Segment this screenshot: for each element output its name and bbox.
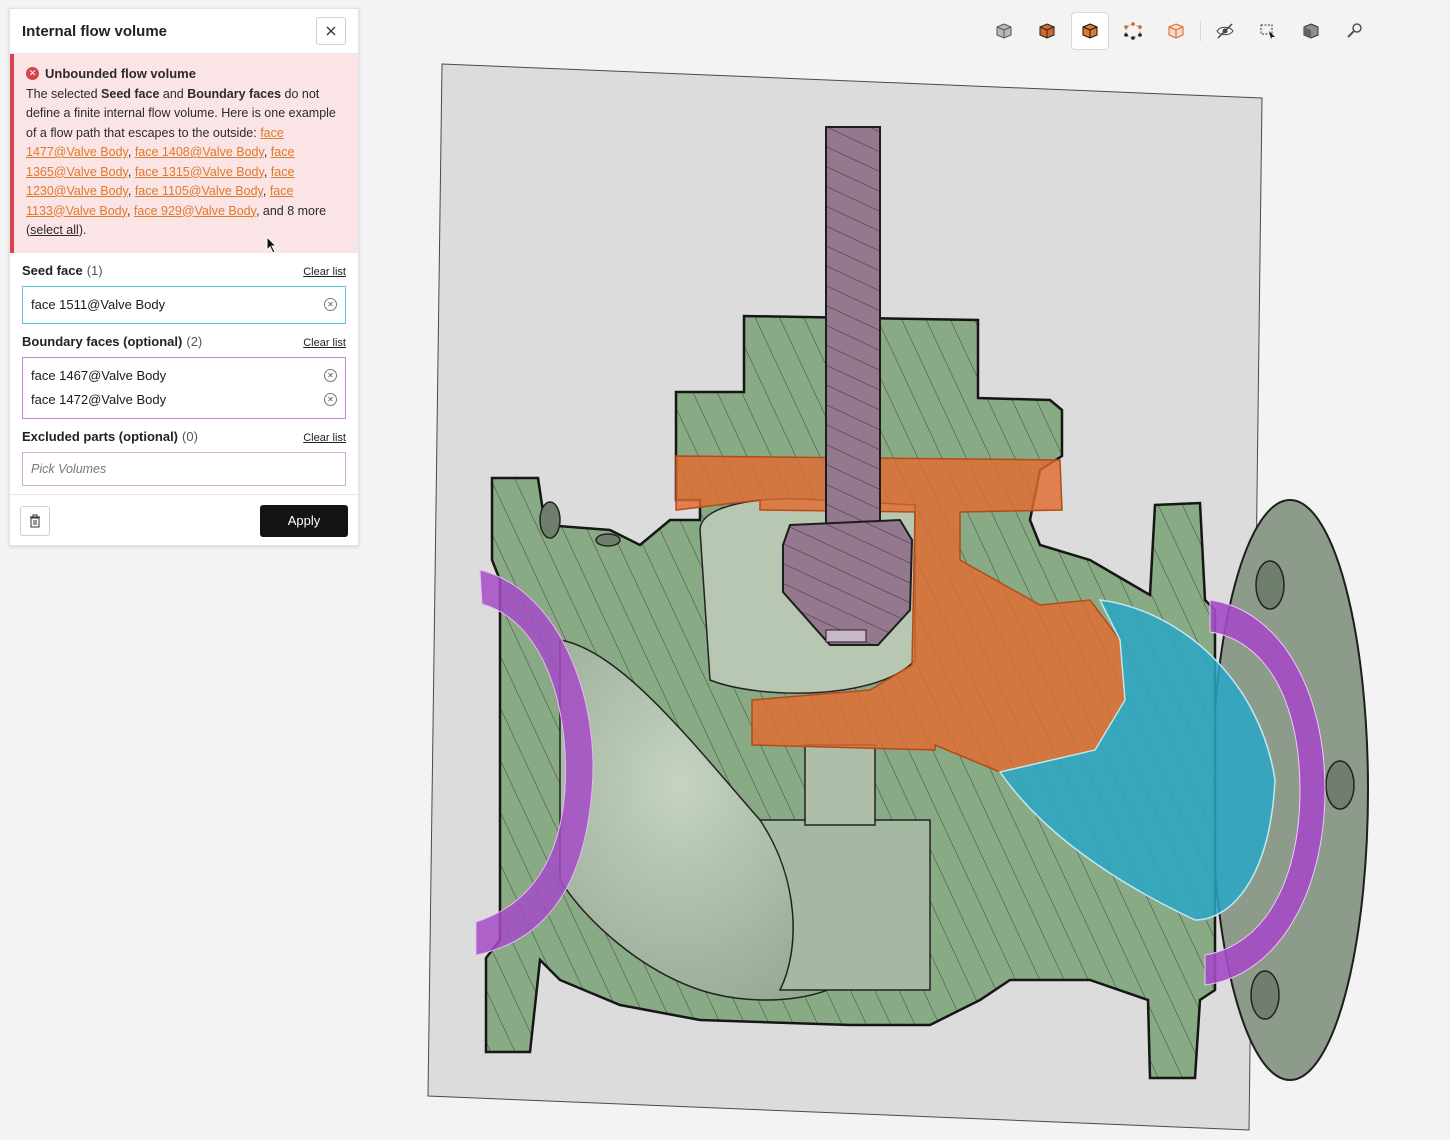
alert-message: The selected Seed face and Boundary face… (26, 86, 336, 238)
seed-face-label: Seed face (1) (22, 262, 103, 278)
mouse-cursor-icon (266, 235, 278, 259)
excluded-parts-input[interactable]: Pick Volumes (22, 451, 346, 486)
excluded-parts-label: Excluded parts (optional) (0) (22, 428, 198, 444)
panel-footer: Apply (10, 493, 358, 545)
select-all-link[interactable]: select all (30, 223, 79, 237)
list-item[interactable]: face 1467@Valve Body ✕ (31, 364, 337, 388)
view-toolbar (985, 12, 1373, 50)
delete-button[interactable] (20, 505, 50, 536)
boundary-faces-section: Boundary faces (optional) (2) Clear list … (10, 324, 358, 419)
panel-header: Internal flow volume (10, 9, 358, 54)
toolbar-separator (1200, 21, 1201, 41)
alert-title: Unbounded flow volume (45, 66, 196, 81)
wrench-icon[interactable] (1335, 12, 1373, 50)
clear-boundary-list-link[interactable]: Clear list (303, 337, 346, 349)
boundary-faces-list[interactable]: face 1467@Valve Body ✕ face 1472@Valve B… (22, 356, 346, 419)
outline-box-icon[interactable] (1157, 12, 1195, 50)
internal-flow-volume-panel: Internal flow volume ✕ Unbounded flow vo… (9, 8, 359, 546)
box-select-icon[interactable] (1249, 12, 1287, 50)
shaded-body-icon[interactable] (1292, 12, 1330, 50)
apply-button[interactable]: Apply (260, 504, 348, 537)
boundary-faces-label: Boundary faces (optional) (2) (22, 333, 203, 349)
hide-icon[interactable] (1206, 12, 1244, 50)
trash-icon (30, 514, 40, 527)
remove-item-icon[interactable]: ✕ (324, 298, 337, 311)
excluded-parts-section: Excluded parts (optional) (0) Clear list … (10, 419, 358, 486)
face-link[interactable]: face 1105@Valve Body (135, 184, 263, 198)
seed-face-section: Seed face (1) Clear list face 1511@Valve … (10, 253, 358, 324)
highlighted-box-icon[interactable] (1071, 12, 1109, 50)
list-item[interactable]: face 1511@Valve Body ✕ (31, 293, 337, 317)
vertex-select-icon[interactable] (1114, 12, 1152, 50)
clear-excluded-list-link[interactable]: Clear list (303, 432, 346, 444)
pick-volumes-placeholder: Pick Volumes (31, 461, 107, 476)
seed-face-list[interactable]: face 1511@Valve Body ✕ (22, 285, 346, 324)
face-link[interactable]: face 1408@Valve Body (135, 145, 264, 159)
remove-item-icon[interactable]: ✕ (324, 393, 337, 406)
panel-title: Internal flow volume (22, 22, 168, 40)
error-icon: ✕ (26, 67, 39, 81)
face-link[interactable]: face 1315@Valve Body (135, 165, 264, 179)
error-alert: ✕ Unbounded flow volume The selected See… (10, 54, 358, 253)
list-item[interactable]: face 1472@Valve Body ✕ (31, 388, 337, 412)
close-icon (326, 26, 336, 36)
solid-box-icon[interactable] (1028, 12, 1066, 50)
close-button[interactable] (316, 17, 346, 45)
face-link[interactable]: face 929@Valve Body (134, 204, 256, 218)
view-cube-icon[interactable] (985, 12, 1023, 50)
clear-seed-list-link[interactable]: Clear list (303, 266, 346, 278)
remove-item-icon[interactable]: ✕ (324, 369, 337, 382)
valve-stem (825, 126, 881, 526)
